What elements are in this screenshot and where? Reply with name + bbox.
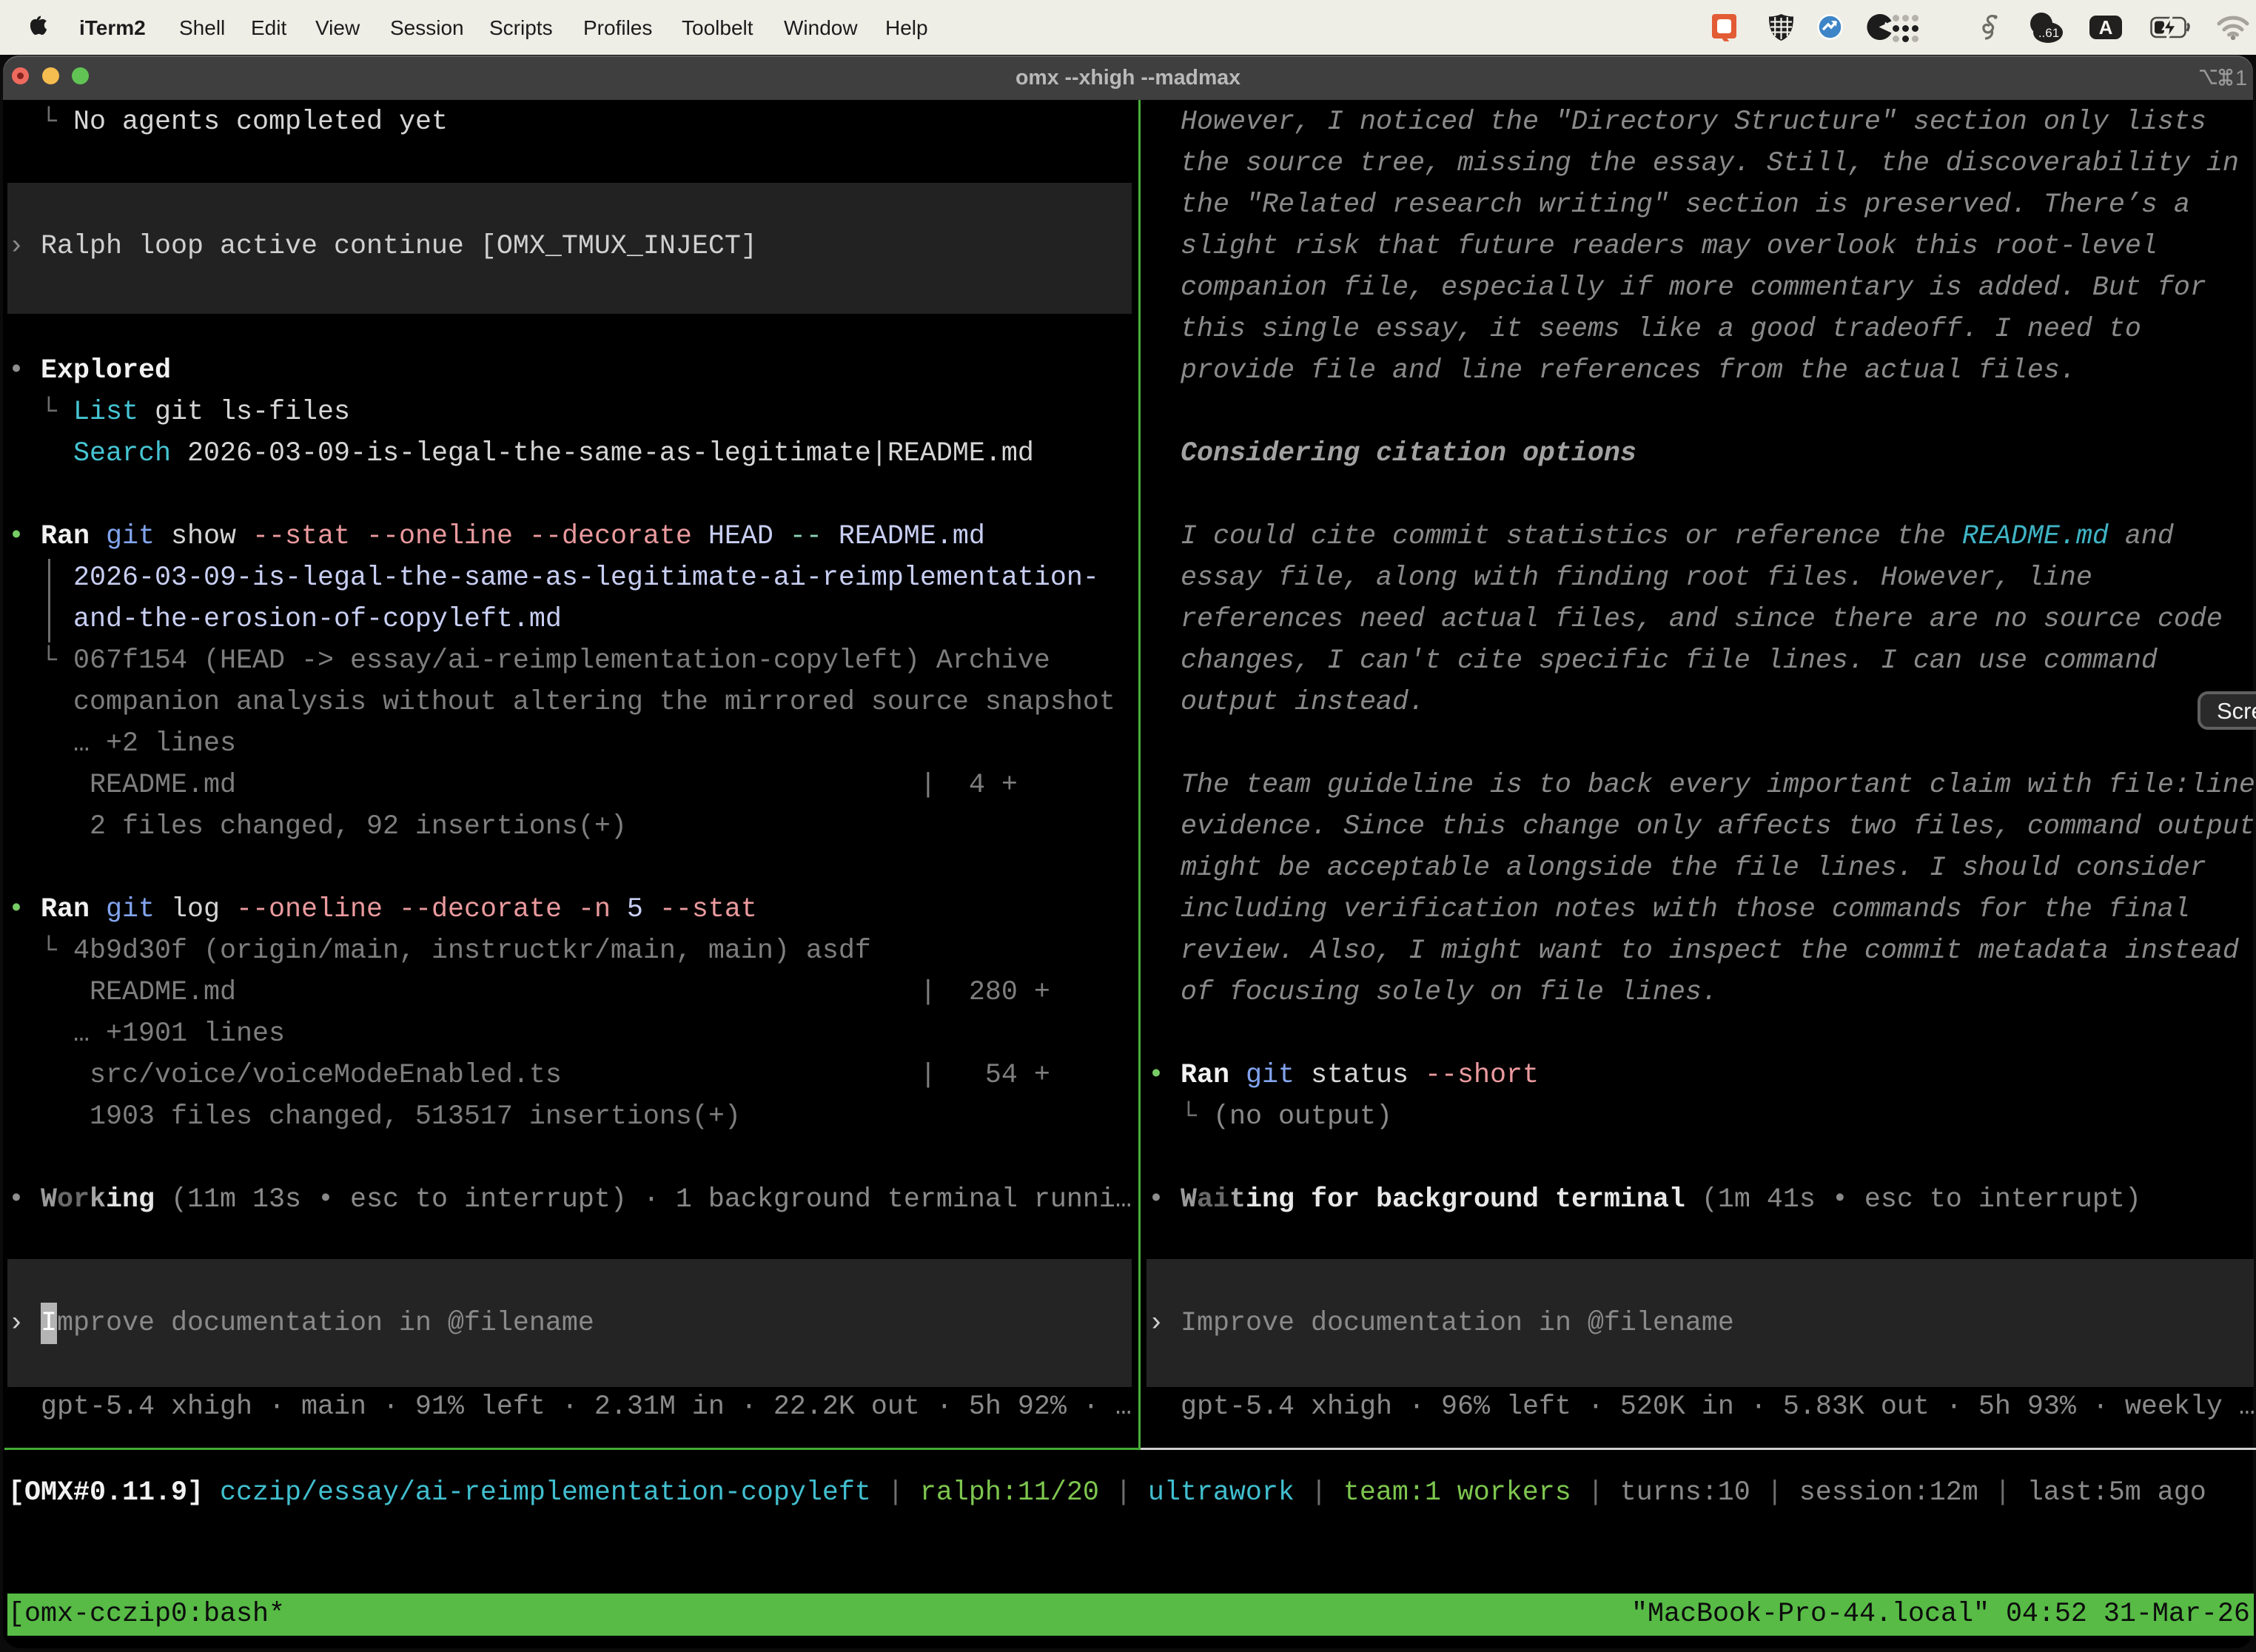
svg-text:..61: ..61 — [2038, 26, 2059, 40]
